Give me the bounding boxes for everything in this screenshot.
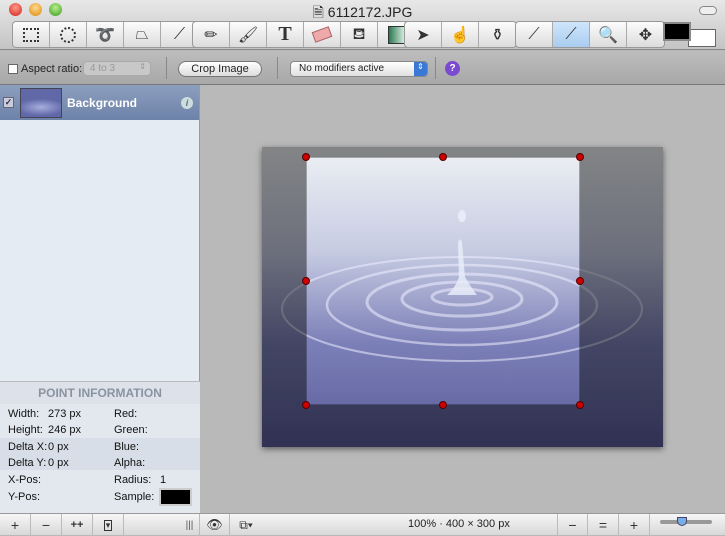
layer-visibility-checkbox[interactable]: ✓ <box>3 97 14 108</box>
add-layer-button[interactable]: + <box>0 514 31 536</box>
panel-header: POINT INFORMATION <box>0 382 200 404</box>
layers-sidebar: ✓ Background i POINT INFORMATION Width: … <box>0 85 200 513</box>
delta-x-value: 0 px <box>48 441 69 453</box>
layer-menu-button[interactable]: ▾ <box>93 514 124 536</box>
background-mode-menu[interactable]: ⧉▾ <box>230 514 262 536</box>
paint-tools: ✏ 🖌 T ⛾ <box>192 21 416 48</box>
pointer-tools: ➤ ☝ ⚱ <box>404 21 517 48</box>
crop-rectangle[interactable] <box>306 157 580 405</box>
document-icon: 🗎 <box>312 4 324 20</box>
hand-icon[interactable]: ☝ <box>442 22 479 47</box>
crop-handle-top-right[interactable] <box>576 153 584 161</box>
eye-icon[interactable]: 👁 <box>200 514 230 536</box>
radius-label: Radius: <box>114 474 152 486</box>
crop-handle-bottom-right[interactable] <box>576 401 584 409</box>
alpha-label: Alpha: <box>114 457 146 469</box>
crop-handle-top-left[interactable] <box>302 153 310 161</box>
sample-swatch <box>159 488 192 506</box>
green-label: Green: <box>114 424 148 436</box>
width-value: 273 px <box>48 408 82 420</box>
crop-handle-bottom[interactable] <box>439 401 447 409</box>
remove-layer-button[interactable]: − <box>31 514 62 536</box>
pointer-icon[interactable]: ➤ <box>405 22 442 47</box>
zoom-out-button[interactable]: − <box>557 514 588 536</box>
divider <box>435 57 436 79</box>
menu-icon: ▾ <box>103 519 113 531</box>
sidebar-resize-grip[interactable]: ||| <box>180 514 200 536</box>
title-bar: 🗎 6112172.JPG ➰ ⏢ ⟋ ✏ 🖌 T ⛾ ➤ ☝ ⚱ ⟋ ⟋ 🔍 … <box>0 0 725 50</box>
canvas-area[interactable] <box>201 85 725 513</box>
divider <box>166 57 167 79</box>
crop-scalpel-icon[interactable]: ⟋ <box>553 22 590 47</box>
view-tools: ⟋ ⟋ 🔍 ✥ <box>515 21 665 48</box>
toolbar-toggle-button[interactable] <box>699 6 717 15</box>
zoom-info: 100% · 400 × 300 px <box>408 518 510 530</box>
zoom-actual-button[interactable]: = <box>588 514 619 536</box>
width-label: Width: <box>8 408 40 420</box>
height-value: 246 px <box>48 424 82 436</box>
delta-y-value: 0 px <box>48 457 69 469</box>
brush-icon[interactable]: 🖌 <box>230 22 267 47</box>
sample-label: Sample: <box>114 491 155 503</box>
magnifier-icon[interactable]: 🔍 <box>590 22 627 47</box>
polygon-lasso-icon[interactable]: ⏢ <box>124 22 161 47</box>
help-button[interactable]: ? <box>445 61 460 76</box>
radius-value[interactable]: 1 <box>160 474 166 486</box>
pencil-icon[interactable]: ✏ <box>193 22 230 47</box>
y-pos-label: Y-Pos: <box>8 491 41 503</box>
eyedropper-icon[interactable]: ⟋ <box>516 22 553 47</box>
modifiers-select[interactable]: No modifiers active ⇕ <box>290 61 428 77</box>
height-label: Height: <box>8 424 43 436</box>
move-icon[interactable]: ✥ <box>627 22 664 47</box>
blue-label: Blue: <box>114 441 140 453</box>
aspect-ratio-select[interactable]: 4 to 3 ⇕ <box>83 61 151 76</box>
crop-handle-right[interactable] <box>576 277 584 285</box>
layer-thumbnail <box>20 87 62 118</box>
x-pos-label: X-Pos: <box>8 474 42 486</box>
crop-handle-left[interactable] <box>302 277 310 285</box>
stamp-icon[interactable]: ⚱ <box>479 22 516 47</box>
delta-x-label: Delta X: <box>8 441 48 453</box>
layer-row-background[interactable]: ✓ Background i <box>0 85 199 120</box>
aspect-ratio-checkbox[interactable] <box>8 64 18 74</box>
rect-select-icon[interactable] <box>13 22 50 47</box>
zoom-slider[interactable] <box>660 517 712 531</box>
foreground-color-swatch[interactable] <box>663 22 691 41</box>
paint-bucket-icon[interactable]: ⛾ <box>341 22 378 47</box>
zoom-in-button[interactable]: + <box>619 514 650 536</box>
crop-handle-top[interactable] <box>439 153 447 161</box>
red-label: Red: <box>114 408 138 420</box>
image-canvas[interactable] <box>262 147 663 447</box>
selection-tools: ➰ ⏢ ⟋ <box>12 21 199 48</box>
delta-y-label: Delta Y: <box>8 457 47 469</box>
options-bar: Aspect ratio: 4 to 3 ⇕ Crop Image No modi… <box>0 51 725 85</box>
info-icon[interactable]: i <box>181 96 193 109</box>
bottom-bar: + − ++ ▾ ||| 👁 ⧉▾ 100% · 400 × 300 px − … <box>0 513 725 536</box>
ellipse-select-icon[interactable] <box>50 22 87 47</box>
crop-image-button[interactable]: Crop Image <box>178 61 262 77</box>
crop-handle-bottom-left[interactable] <box>302 401 310 409</box>
aspect-ratio-label: Aspect ratio: <box>21 63 83 75</box>
duplicate-layer-button[interactable]: ++ <box>62 514 93 536</box>
point-information-panel: POINT INFORMATION Width: 273 px Height: … <box>0 381 200 513</box>
zoom-slider-thumb[interactable] <box>677 517 687 526</box>
text-icon[interactable]: T <box>267 22 304 47</box>
eraser-icon[interactable] <box>304 22 341 47</box>
background-color-swatch[interactable] <box>688 29 716 47</box>
lasso-icon[interactable]: ➰ <box>87 22 124 47</box>
layer-name: Background <box>67 95 138 110</box>
divider <box>277 57 278 79</box>
